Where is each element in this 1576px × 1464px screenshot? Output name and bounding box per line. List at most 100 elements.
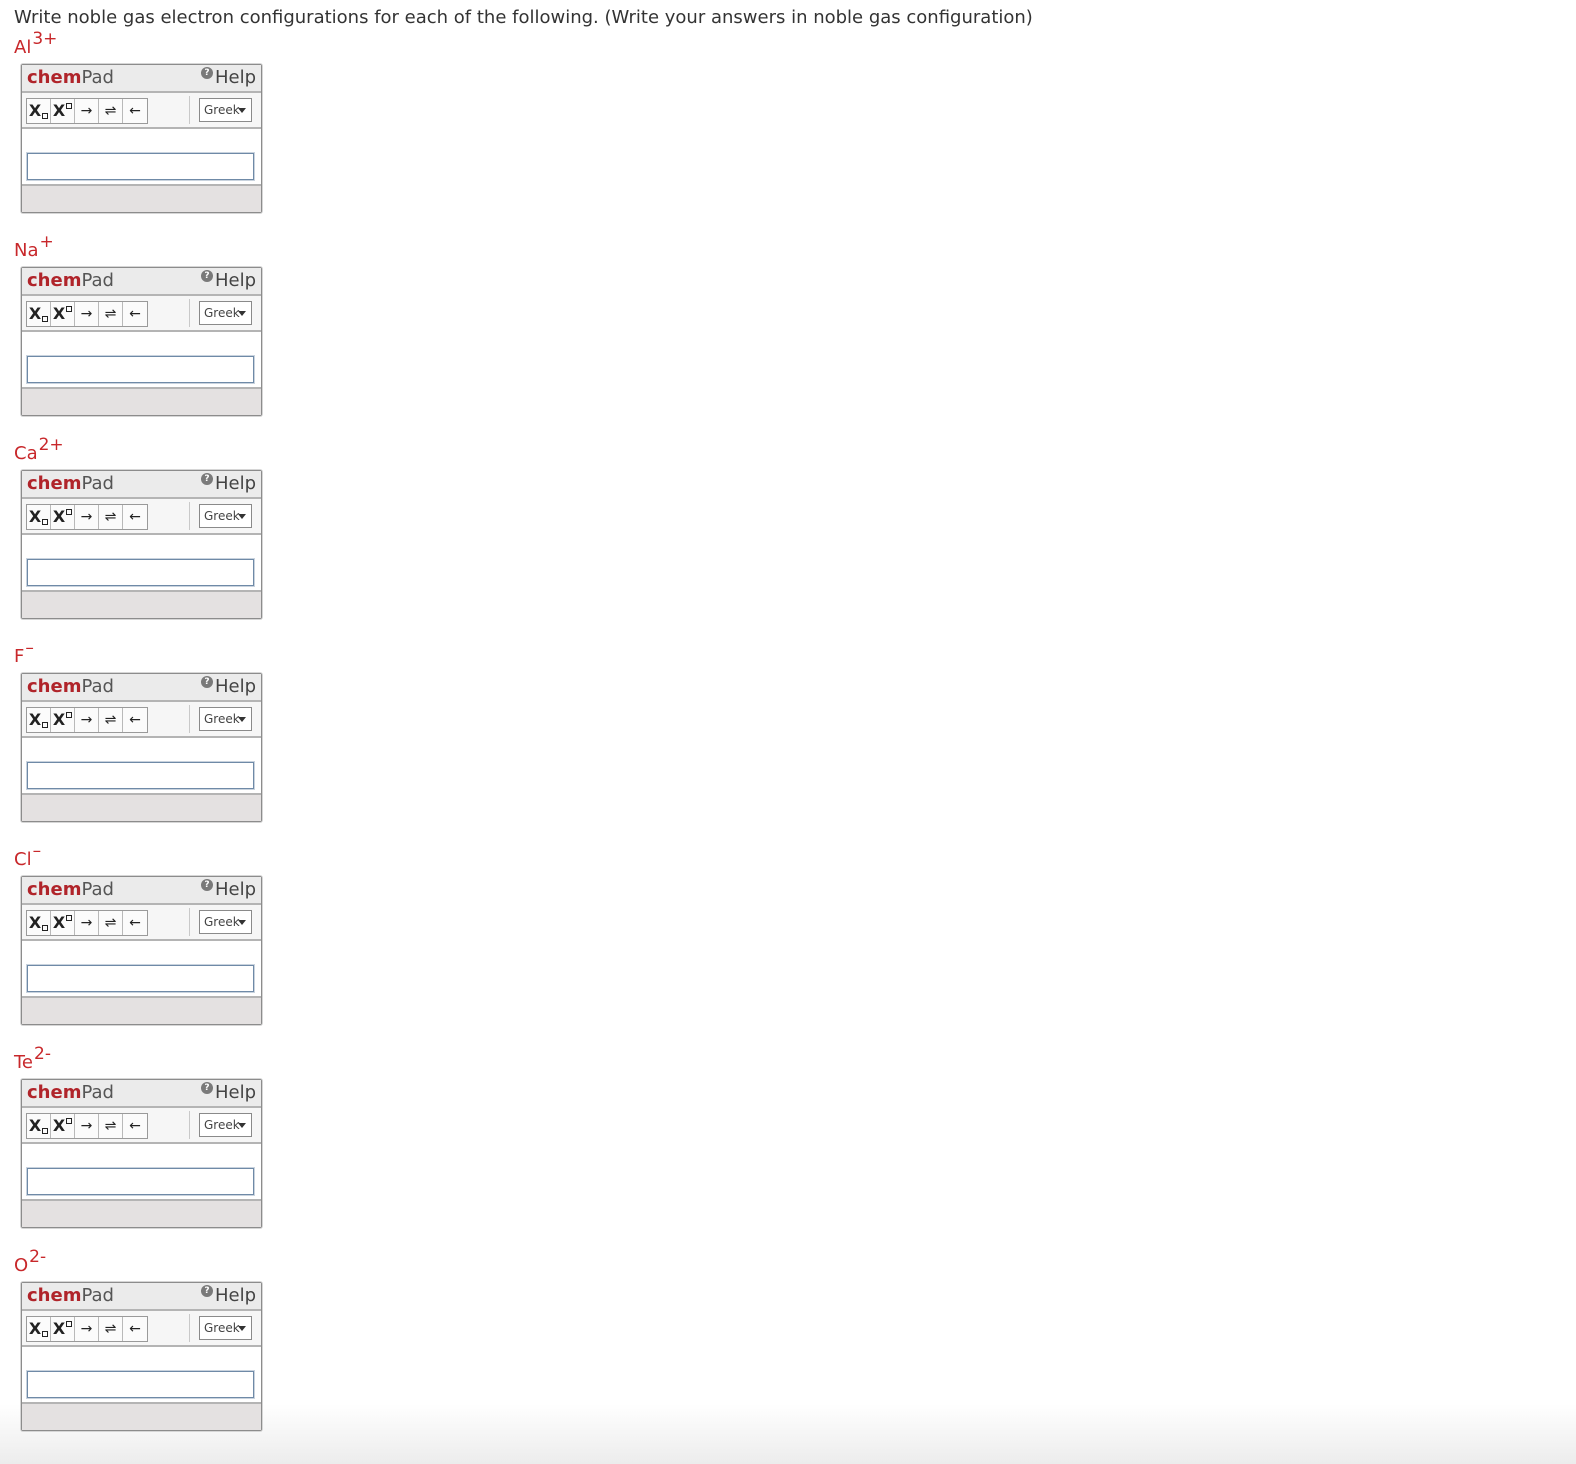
ion-label: Na+ [14, 232, 54, 261]
subscript-button[interactable]: X [27, 302, 51, 326]
superscript-button[interactable]: X [51, 1114, 75, 1138]
caret-down-icon [238, 1326, 246, 1331]
answer-input[interactable] [26, 152, 255, 181]
chempad-footer [22, 592, 261, 618]
greek-dropdown[interactable]: Greek [199, 1113, 252, 1137]
subscript-box-icon [42, 1331, 49, 1337]
right-arrow-icon: → [80, 306, 93, 322]
greek-dropdown[interactable]: Greek [199, 1316, 252, 1340]
subscript-button[interactable]: X [27, 708, 51, 732]
answer-input[interactable] [26, 1167, 255, 1196]
left-arrow-button[interactable]: ← [123, 99, 147, 123]
equilibrium-arrow-button[interactable]: ⇌ [99, 911, 123, 935]
left-arrow-button[interactable]: ← [123, 708, 147, 732]
chempad-title: chemPad [27, 676, 114, 697]
help-link[interactable]: ? Help [200, 1082, 256, 1103]
chempad-body [22, 535, 261, 592]
subscript-box-icon [42, 925, 49, 931]
equilibrium-arrow-button[interactable]: ⇌ [99, 505, 123, 529]
superscript-button[interactable]: X [51, 302, 75, 326]
answer-input[interactable] [26, 761, 255, 790]
help-link[interactable]: ? Help [200, 1285, 256, 1306]
help-label: Help [214, 270, 256, 291]
chempad-title-chem: chem [27, 676, 82, 697]
left-arrow-button[interactable]: ← [123, 1114, 147, 1138]
chempad-title-pad: Pad [81, 270, 114, 291]
left-arrow-button[interactable]: ← [123, 505, 147, 529]
subscript-button[interactable]: X [27, 1114, 51, 1138]
help-link[interactable]: ? Help [200, 67, 256, 88]
help-link[interactable]: ? Help [200, 270, 256, 291]
subscript-button[interactable]: X [27, 505, 51, 529]
question-item: Te2- chemPad ? Help X X → ⇌ ← Greek [0, 1044, 300, 1243]
left-arrow-button[interactable]: ← [123, 911, 147, 935]
greek-dropdown[interactable]: Greek [199, 707, 252, 731]
right-arrow-button[interactable]: → [75, 302, 99, 326]
ion-label: Te2- [14, 1044, 51, 1073]
ion-label: Al3+ [14, 29, 57, 58]
caret-down-icon [238, 108, 246, 113]
caret-down-icon [238, 514, 246, 519]
right-arrow-button[interactable]: → [75, 99, 99, 123]
subscript-button[interactable]: X [27, 99, 51, 123]
superscript-button[interactable]: X [51, 99, 75, 123]
chempad-footer [22, 186, 261, 212]
equilibrium-arrow-button[interactable]: ⇌ [99, 708, 123, 732]
greek-dropdown[interactable]: Greek [199, 98, 252, 122]
equilibrium-arrow-icon: ⇌ [104, 915, 117, 931]
ion-symbol: Na [14, 240, 39, 261]
toolbar-divider [189, 96, 190, 124]
greek-label: Greek [204, 712, 240, 726]
help-link[interactable]: ? Help [200, 676, 256, 697]
subscript-button[interactable]: X [27, 911, 51, 935]
superscript-box-icon [66, 915, 73, 921]
subscript-label: X [28, 1319, 42, 1338]
right-arrow-button[interactable]: → [75, 505, 99, 529]
right-arrow-button[interactable]: → [75, 708, 99, 732]
help-link[interactable]: ? Help [200, 473, 256, 494]
answer-input[interactable] [26, 964, 255, 993]
superscript-button[interactable]: X [51, 708, 75, 732]
left-arrow-icon: ← [129, 103, 141, 119]
chempad-footer [22, 1404, 261, 1430]
subscript-button[interactable]: X [27, 1317, 51, 1341]
answer-input[interactable] [26, 558, 255, 587]
subscript-label: X [28, 101, 42, 120]
left-arrow-button[interactable]: ← [123, 1317, 147, 1341]
formatting-buttons: X X → ⇌ ← [26, 504, 148, 530]
superscript-button[interactable]: X [51, 505, 75, 529]
answer-input[interactable] [26, 355, 255, 384]
answer-input[interactable] [26, 1370, 255, 1399]
chempad-footer [22, 1201, 261, 1227]
left-arrow-button[interactable]: ← [123, 302, 147, 326]
equilibrium-arrow-icon: ⇌ [104, 103, 117, 119]
superscript-button[interactable]: X [51, 1317, 75, 1341]
equilibrium-arrow-icon: ⇌ [104, 1321, 117, 1337]
chempad-header: chemPad ? Help [22, 1283, 261, 1311]
chempad-title: chemPad [27, 1285, 114, 1306]
equilibrium-arrow-icon: ⇌ [104, 1118, 117, 1134]
greek-label: Greek [204, 103, 240, 117]
right-arrow-button[interactable]: → [75, 911, 99, 935]
right-arrow-button[interactable]: → [75, 1317, 99, 1341]
chempad-title: chemPad [27, 879, 114, 900]
help-link[interactable]: ? Help [200, 879, 256, 900]
superscript-box-icon [66, 712, 73, 718]
equilibrium-arrow-button[interactable]: ⇌ [99, 302, 123, 326]
toolbar-divider [189, 908, 190, 936]
question-item: Al3+ chemPad ? Help X X → ⇌ ← Greek [0, 29, 300, 228]
chempad-body [22, 1347, 261, 1404]
greek-dropdown[interactable]: Greek [199, 504, 252, 528]
ion-symbol: Te [14, 1052, 34, 1073]
equilibrium-arrow-button[interactable]: ⇌ [99, 1317, 123, 1341]
ion-label: Cl– [14, 841, 41, 870]
superscript-button[interactable]: X [51, 911, 75, 935]
right-arrow-button[interactable]: → [75, 1114, 99, 1138]
left-arrow-icon: ← [129, 306, 141, 322]
chempad-header: chemPad ? Help [22, 471, 261, 499]
greek-dropdown[interactable]: Greek [199, 301, 252, 325]
equilibrium-arrow-button[interactable]: ⇌ [99, 99, 123, 123]
subscript-label: X [28, 913, 42, 932]
greek-dropdown[interactable]: Greek [199, 910, 252, 934]
equilibrium-arrow-button[interactable]: ⇌ [99, 1114, 123, 1138]
